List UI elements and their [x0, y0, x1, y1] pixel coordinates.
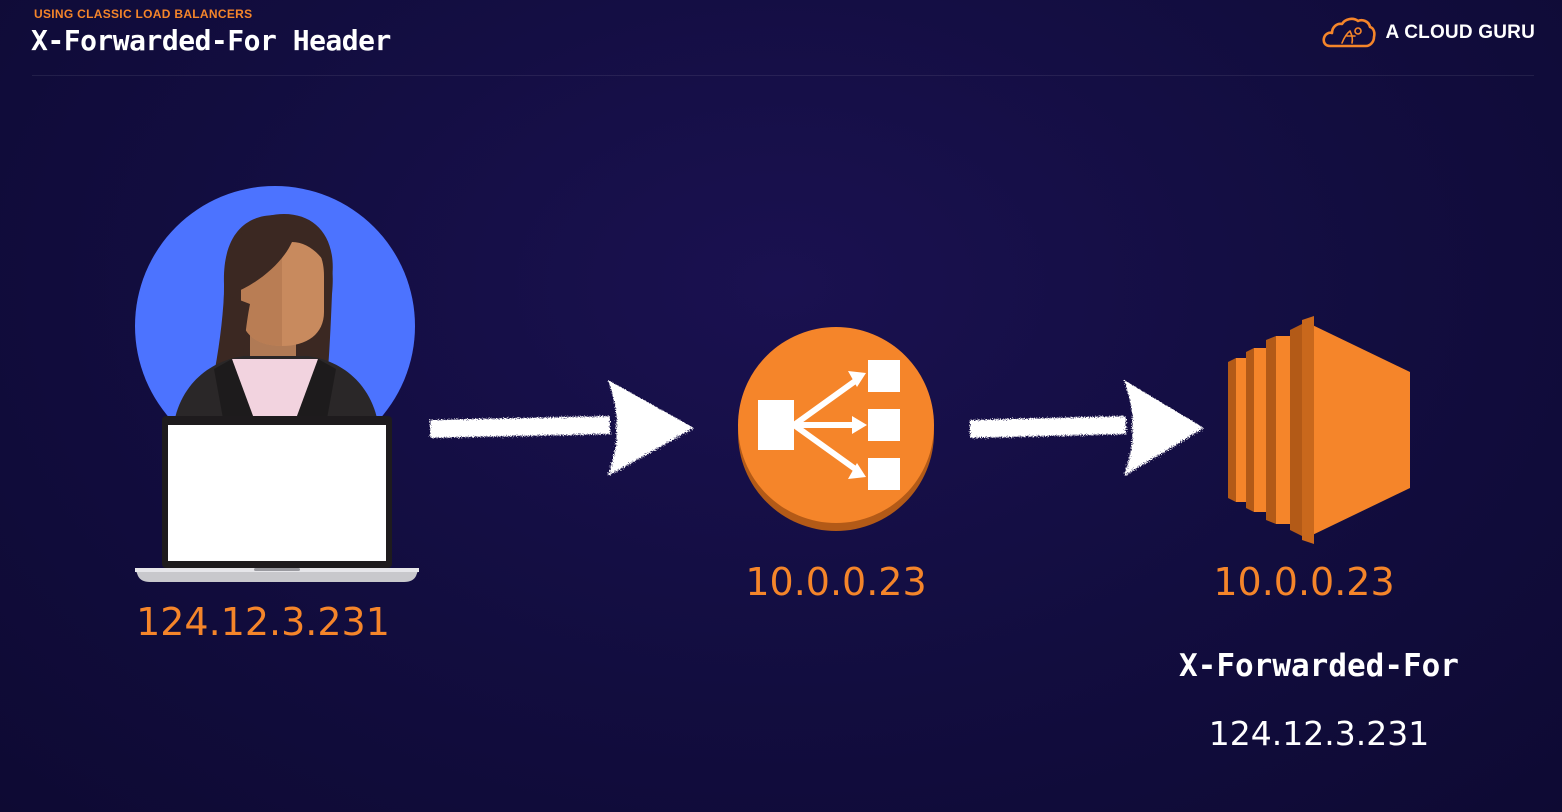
load-balancer-ip: 10.0.0.23: [745, 560, 927, 604]
slide-eyebrow: USING CLASSIC LOAD BALANCERS: [34, 7, 253, 21]
right-arrow-icon: [970, 380, 1204, 476]
server-ip: 10.0.0.23: [1213, 560, 1395, 604]
xff-header-value: 124.12.3.231: [1208, 714, 1430, 753]
header-divider: [32, 75, 1534, 76]
ec2-instance-icon: [1228, 316, 1410, 544]
cloud-logo-icon: [1321, 17, 1376, 48]
user-with-laptop-icon: [135, 186, 419, 582]
xff-header-name: X-Forwarded-For: [1179, 648, 1459, 684]
brand: A CLOUD GURU: [1321, 16, 1535, 50]
right-arrow-icon: [430, 380, 694, 476]
slide-title: X-Forwarded-For Header: [31, 24, 391, 57]
client-ip: 124.12.3.231: [136, 600, 390, 644]
classic-load-balancer-icon: [738, 327, 934, 531]
brand-name: A CLOUD GURU: [1385, 22, 1535, 43]
